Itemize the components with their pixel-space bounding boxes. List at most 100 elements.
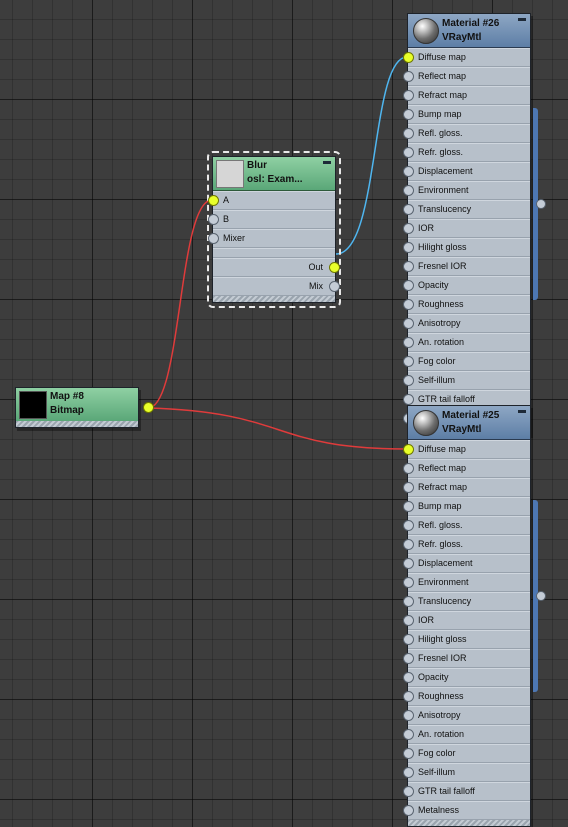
- slot-input-port[interactable]: [403, 128, 414, 139]
- material-slot[interactable]: Opacity: [403, 668, 530, 687]
- material-slot[interactable]: Reflect map: [403, 67, 530, 86]
- slot-input-port[interactable]: [403, 482, 414, 493]
- blur-node-header[interactable]: Blur osl: Exam...: [213, 157, 335, 191]
- material-slot[interactable]: Refr. gloss.: [403, 535, 530, 554]
- blur-input-mixer[interactable]: Mixer: [208, 229, 335, 248]
- material-slot[interactable]: Fresnel IOR: [403, 257, 530, 276]
- material25-header[interactable]: Material #25 VRayMtl: [408, 406, 530, 440]
- material-slot[interactable]: Hilight gloss: [403, 238, 530, 257]
- slot-input-port[interactable]: [403, 318, 414, 329]
- wire-bitmap-to-material25-diffuse[interactable]: [147, 407, 408, 450]
- bitmap-node-header[interactable]: Map #8 Bitmap: [16, 388, 138, 421]
- blur-input-b-port[interactable]: [208, 214, 219, 225]
- slot-input-port[interactable]: [403, 520, 414, 531]
- slot-input-port[interactable]: [403, 280, 414, 291]
- material-slot[interactable]: Environment: [403, 181, 530, 200]
- slot-input-port[interactable]: [403, 501, 414, 512]
- blur-node-selection[interactable]: Blur osl: Exam... A B Mixer Out Mix: [207, 151, 341, 308]
- material-slot[interactable]: Self-illum: [403, 763, 530, 782]
- slot-input-port[interactable]: [403, 653, 414, 664]
- material-slot[interactable]: Hilight gloss: [403, 630, 530, 649]
- material-slot[interactable]: Refl. gloss.: [403, 124, 530, 143]
- material-slot[interactable]: Fog color: [403, 352, 530, 371]
- material-slot[interactable]: IOR: [403, 611, 530, 630]
- material-slot[interactable]: Anisotropy: [403, 706, 530, 725]
- slot-input-port[interactable]: [403, 691, 414, 702]
- material-slot[interactable]: Translucency: [403, 200, 530, 219]
- slot-input-port[interactable]: [403, 261, 414, 272]
- slot-input-port[interactable]: [403, 223, 414, 234]
- material25-minimize-button[interactable]: [518, 410, 526, 413]
- material-slot[interactable]: Reflect map: [403, 459, 530, 478]
- material-slot[interactable]: An. rotation: [403, 725, 530, 744]
- slot-input-port[interactable]: [403, 558, 414, 569]
- blur-output-mix[interactable]: Mix: [213, 277, 340, 296]
- blur-input-mixer-port[interactable]: [208, 233, 219, 244]
- material-slot[interactable]: Fog color: [403, 744, 530, 763]
- wire-bitmap-to-blur-a[interactable]: [147, 199, 213, 409]
- slot-input-port[interactable]: [403, 242, 414, 253]
- bitmap-output-port[interactable]: [143, 402, 154, 413]
- slot-input-port[interactable]: [403, 672, 414, 683]
- material-slot[interactable]: Diffuse map: [403, 48, 530, 67]
- slot-input-port[interactable]: [403, 337, 414, 348]
- blur-node[interactable]: Blur osl: Exam... A B Mixer Out Mix: [208, 156, 340, 303]
- slot-input-port[interactable]: [403, 729, 414, 740]
- material26-header[interactable]: Material #26 VRayMtl: [408, 14, 530, 48]
- slot-input-port[interactable]: [403, 299, 414, 310]
- slot-input-port[interactable]: [403, 394, 414, 405]
- blur-output-mix-port[interactable]: [329, 281, 340, 292]
- material-slot[interactable]: Anisotropy: [403, 314, 530, 333]
- blur-minimize-button[interactable]: [323, 161, 331, 164]
- blur-input-b[interactable]: B: [208, 210, 335, 229]
- material-slot[interactable]: Roughness: [403, 295, 530, 314]
- material-slot[interactable]: Roughness: [403, 687, 530, 706]
- material-slot[interactable]: Displacement: [403, 162, 530, 181]
- wire-blur-out-to-material26-diffuse[interactable]: [335, 56, 408, 255]
- slot-input-port[interactable]: [403, 634, 414, 645]
- slot-input-port[interactable]: [403, 710, 414, 721]
- material-slot[interactable]: Metalness: [403, 801, 530, 820]
- material25-node[interactable]: Material #25 VRayMtl Diffuse map Reflect …: [403, 405, 531, 827]
- material-slot[interactable]: Translucency: [403, 592, 530, 611]
- material-slot[interactable]: An. rotation: [403, 333, 530, 352]
- material-slot[interactable]: IOR: [403, 219, 530, 238]
- slot-input-port[interactable]: [403, 596, 414, 607]
- slot-input-port[interactable]: [403, 444, 414, 455]
- slot-input-port[interactable]: [403, 615, 414, 626]
- slot-input-port[interactable]: [403, 52, 414, 63]
- slot-input-port[interactable]: [403, 786, 414, 797]
- bitmap-node[interactable]: Map #8 Bitmap: [15, 387, 139, 428]
- slot-input-port[interactable]: [403, 767, 414, 778]
- slot-input-port[interactable]: [403, 90, 414, 101]
- material-slot[interactable]: Refl. gloss.: [403, 516, 530, 535]
- material-slot[interactable]: Refr. gloss.: [403, 143, 530, 162]
- slot-input-port[interactable]: [403, 204, 414, 215]
- material-slot[interactable]: Bump map: [403, 497, 530, 516]
- blur-input-a-port[interactable]: [208, 195, 219, 206]
- material26-node[interactable]: Material #26 VRayMtl Diffuse map Reflect …: [403, 13, 531, 435]
- material-slot[interactable]: Refract map: [403, 478, 530, 497]
- material-slot[interactable]: Diffuse map: [403, 440, 530, 459]
- slot-input-port[interactable]: [403, 463, 414, 474]
- material-slot[interactable]: Refract map: [403, 86, 530, 105]
- slot-input-port[interactable]: [403, 577, 414, 588]
- slot-input-port[interactable]: [403, 805, 414, 816]
- slot-input-port[interactable]: [403, 748, 414, 759]
- material-slot[interactable]: Environment: [403, 573, 530, 592]
- material25-output-port[interactable]: [536, 591, 546, 601]
- slot-input-port[interactable]: [403, 539, 414, 550]
- material-slot[interactable]: Bump map: [403, 105, 530, 124]
- slot-input-port[interactable]: [403, 375, 414, 386]
- blur-output-out[interactable]: Out: [213, 258, 340, 277]
- slot-input-port[interactable]: [403, 71, 414, 82]
- material-slot[interactable]: Fresnel IOR: [403, 649, 530, 668]
- slot-input-port[interactable]: [403, 166, 414, 177]
- slot-input-port[interactable]: [403, 109, 414, 120]
- material-slot[interactable]: GTR tail falloff: [403, 782, 530, 801]
- blur-input-a[interactable]: A: [208, 191, 335, 210]
- material-slot[interactable]: Self-illum: [403, 371, 530, 390]
- material-slot[interactable]: Opacity: [403, 276, 530, 295]
- slot-input-port[interactable]: [403, 147, 414, 158]
- material-slot[interactable]: Displacement: [403, 554, 530, 573]
